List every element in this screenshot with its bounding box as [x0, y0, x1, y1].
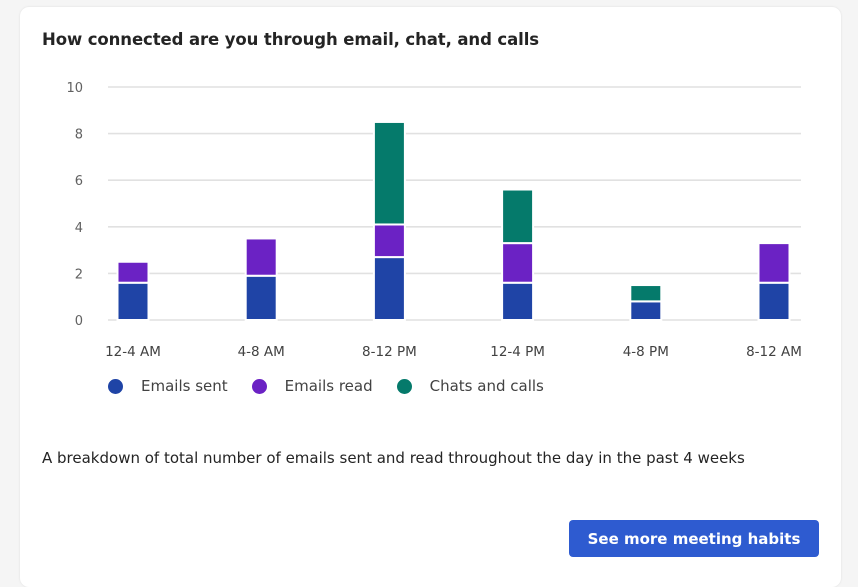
bar-segment-chats-and-calls[interactable]	[629, 284, 663, 303]
bar-segment-emails-sent[interactable]	[116, 281, 150, 321]
y-tick-label: 2	[75, 267, 83, 282]
legend-swatch-icon	[396, 378, 412, 394]
bar-stack	[372, 120, 406, 321]
gridlines	[108, 86, 801, 321]
stacked-bar-chart: 0 2 4 6 8 10 12-4 AM 4-8 AM 8-12 PM 12-4 PM 4-8 P…	[66, 81, 802, 360]
chart-legend: Emails sent Emails read Chats and calls	[108, 377, 568, 395]
legend-swatch-icon	[108, 378, 123, 394]
legend-label: Emails sent	[141, 377, 228, 395]
x-tick-label: 12-4 PM	[490, 344, 545, 360]
legend-swatch-icon	[251, 378, 267, 394]
bar-stack	[116, 260, 150, 321]
bar-segment-emails-sent[interactable]	[629, 300, 663, 321]
legend-label: Emails read	[284, 377, 373, 395]
bar-segment-emails-sent[interactable]	[757, 281, 791, 321]
x-tick-label: 12-4 AM	[105, 344, 161, 360]
chart-description: A breakdown of total number of emails se…	[42, 449, 745, 467]
legend-item-emails-read[interactable]: Emails read	[251, 377, 373, 395]
x-axis-ticks: 12-4 AM 4-8 AM 8-12 PM 12-4 PM 4-8 PM 8-12 AM	[105, 344, 802, 360]
bar-stack	[757, 242, 791, 321]
bar-stack	[244, 237, 278, 322]
y-tick-label: 10	[66, 81, 83, 96]
x-tick-label: 8-12 AM	[746, 344, 802, 360]
legend-label: Chats and calls	[429, 377, 544, 395]
bar-segment-emails-read[interactable]	[757, 242, 791, 284]
legend-item-chats-and-calls[interactable]: Chats and calls	[396, 377, 544, 395]
see-more-meeting-habits-button[interactable]: See more meeting habits	[569, 520, 819, 557]
y-axis-ticks: 0 2 4 6 8 10	[66, 81, 83, 329]
bar-segment-chats-and-calls[interactable]	[501, 188, 535, 245]
y-tick-label: 8	[75, 128, 83, 143]
bar-segment-emails-read[interactable]	[372, 223, 406, 259]
y-tick-label: 4	[75, 221, 83, 236]
bar-segment-chats-and-calls[interactable]	[372, 120, 406, 226]
bar-segment-emails-sent[interactable]	[244, 274, 278, 322]
bar-stack	[501, 188, 535, 321]
bar-segment-emails-sent[interactable]	[501, 281, 535, 321]
bar-segment-emails-read[interactable]	[244, 237, 278, 277]
legend-item-emails-sent[interactable]: Emails sent	[108, 377, 228, 395]
x-tick-label: 4-8 AM	[238, 344, 285, 360]
y-tick-label: 0	[75, 314, 83, 329]
bar-segment-emails-sent[interactable]	[372, 256, 406, 321]
x-tick-label: 4-8 PM	[623, 344, 669, 360]
y-tick-label: 6	[75, 174, 83, 189]
bar-segment-emails-read[interactable]	[116, 260, 150, 284]
bar-segment-emails-read[interactable]	[501, 242, 535, 284]
x-tick-label: 8-12 PM	[362, 344, 417, 360]
bar-stack	[629, 284, 663, 321]
bars	[116, 120, 791, 322]
